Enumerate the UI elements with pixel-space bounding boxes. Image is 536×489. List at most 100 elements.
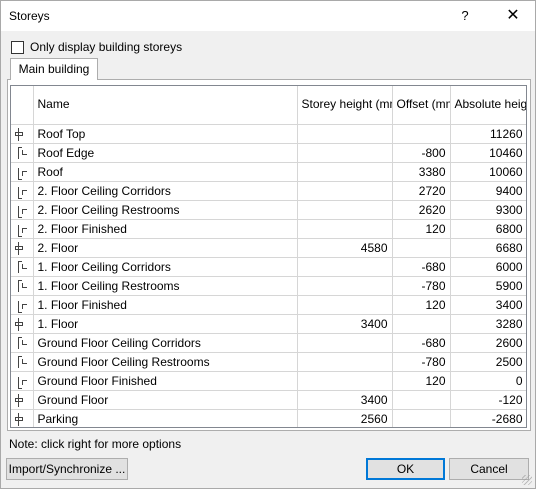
level-above-icon bbox=[15, 260, 29, 275]
ok-button[interactable]: OK bbox=[366, 458, 445, 480]
close-button[interactable]: ✕ bbox=[498, 5, 528, 27]
absolute-height-cell[interactable]: 6800 bbox=[450, 219, 526, 239]
table-row[interactable]: 2. Floor Ceiling Corridors 2720 9400 bbox=[11, 181, 526, 201]
storey-name-cell[interactable]: Ground Floor bbox=[33, 390, 298, 410]
table-row[interactable]: 2. Floor Finished 120 6800 bbox=[11, 219, 526, 239]
storey-name-cell[interactable]: Roof Edge bbox=[33, 143, 298, 163]
storey-name-cell[interactable]: Ground Floor Ceiling Restrooms bbox=[33, 352, 298, 372]
tab-main-building[interactable]: Main building bbox=[10, 58, 98, 80]
storey-height-cell[interactable]: 3400 bbox=[297, 390, 393, 410]
storey-height-cell[interactable] bbox=[297, 200, 393, 220]
import-synchronize-button[interactable]: Import/Synchronize ... bbox=[6, 458, 128, 480]
storey-height-cell[interactable]: 2560 bbox=[297, 409, 393, 427]
offset-cell[interactable]: 120 bbox=[392, 371, 451, 391]
table-row[interactable]: Ground Floor Ceiling Corridors -680 2600 bbox=[11, 333, 526, 353]
storey-height-cell[interactable] bbox=[297, 276, 393, 296]
storey-name-cell[interactable]: Roof Top bbox=[33, 124, 298, 144]
absolute-height-cell[interactable]: 9300 bbox=[450, 200, 526, 220]
storey-name-cell[interactable]: 1. Floor Finished bbox=[33, 295, 298, 315]
table-row[interactable]: Ground Floor Ceiling Restrooms -780 2500 bbox=[11, 352, 526, 372]
table-row[interactable]: 1. Floor Ceiling Corridors -680 6000 bbox=[11, 257, 526, 277]
absolute-height-cell[interactable]: 2500 bbox=[450, 352, 526, 372]
storey-name-cell[interactable]: Parking bbox=[33, 409, 298, 427]
storey-height-cell[interactable] bbox=[297, 333, 393, 353]
absolute-height-cell[interactable]: 5900 bbox=[450, 276, 526, 296]
storey-level-icon bbox=[15, 241, 29, 256]
absolute-height-cell[interactable]: 3280 bbox=[450, 314, 526, 334]
table-row[interactable]: Ground Floor 3400 -120 bbox=[11, 390, 526, 410]
storey-height-cell[interactable] bbox=[297, 371, 393, 391]
absolute-height-cell[interactable]: 10460 bbox=[450, 143, 526, 163]
absolute-height-cell[interactable]: 11260 bbox=[450, 124, 526, 144]
table-row[interactable]: Roof Top 11260 bbox=[11, 124, 526, 144]
storey-name-cell[interactable]: 1. Floor Ceiling Corridors bbox=[33, 257, 298, 277]
column-header-offset[interactable]: Offset (mm) bbox=[392, 86, 451, 125]
only-building-storeys-checkbox[interactable] bbox=[11, 40, 24, 54]
storey-height-cell[interactable] bbox=[297, 295, 393, 315]
storey-name-cell[interactable]: 2. Floor Ceiling Restrooms bbox=[33, 200, 298, 220]
storey-height-cell[interactable] bbox=[297, 143, 393, 163]
storey-name-cell[interactable]: Ground Floor Ceiling Corridors bbox=[33, 333, 298, 353]
absolute-height-cell[interactable]: 2600 bbox=[450, 333, 526, 353]
storeys-dialog: Storeys ? ✕ Only display building storey… bbox=[0, 0, 536, 489]
offset-cell[interactable]: 3380 bbox=[392, 162, 451, 182]
storey-type-cell bbox=[11, 162, 34, 182]
offset-cell[interactable] bbox=[392, 238, 451, 258]
table-row[interactable]: 1. Floor Ceiling Restrooms -780 5900 bbox=[11, 276, 526, 296]
level-above-icon bbox=[15, 279, 29, 294]
absolute-height-cell[interactable]: -120 bbox=[450, 390, 526, 410]
storey-height-cell[interactable] bbox=[297, 162, 393, 182]
help-button[interactable]: ? bbox=[453, 5, 477, 27]
offset-cell[interactable]: -680 bbox=[392, 333, 451, 353]
absolute-height-cell[interactable]: 3400 bbox=[450, 295, 526, 315]
storey-name-cell[interactable]: 2. Floor Finished bbox=[33, 219, 298, 239]
table-row[interactable]: 1. Floor 3400 3280 bbox=[11, 314, 526, 334]
table-row[interactable]: Roof Edge -800 10460 bbox=[11, 143, 526, 163]
storey-type-cell bbox=[11, 124, 34, 144]
offset-cell[interactable] bbox=[392, 314, 451, 334]
absolute-height-cell[interactable]: 0 bbox=[450, 371, 526, 391]
storey-name-cell[interactable]: 2. Floor Ceiling Corridors bbox=[33, 181, 298, 201]
offset-cell[interactable] bbox=[392, 390, 451, 410]
table-row[interactable]: Roof 3380 10060 bbox=[11, 162, 526, 182]
offset-cell[interactable]: -800 bbox=[392, 143, 451, 163]
absolute-height-cell[interactable]: 6680 bbox=[450, 238, 526, 258]
resize-grip[interactable] bbox=[522, 475, 532, 485]
column-header-name[interactable]: Name bbox=[33, 86, 298, 125]
offset-cell[interactable]: -780 bbox=[392, 352, 451, 372]
table-row[interactable]: 2. Floor Ceiling Restrooms 2620 9300 bbox=[11, 200, 526, 220]
offset-cell[interactable] bbox=[392, 409, 451, 427]
storey-name-cell[interactable]: 1. Floor Ceiling Restrooms bbox=[33, 276, 298, 296]
column-header-storey-height[interactable]: Storey height (mm) bbox=[297, 86, 393, 125]
cancel-button[interactable]: Cancel bbox=[449, 458, 529, 480]
offset-cell[interactable]: -680 bbox=[392, 257, 451, 277]
storey-height-cell[interactable]: 4580 bbox=[297, 238, 393, 258]
table-row[interactable]: Parking 2560 -2680 bbox=[11, 409, 526, 427]
offset-cell[interactable]: 2620 bbox=[392, 200, 451, 220]
storey-height-cell[interactable] bbox=[297, 181, 393, 201]
offset-cell[interactable]: 2720 bbox=[392, 181, 451, 201]
absolute-height-cell[interactable]: 9400 bbox=[450, 181, 526, 201]
storey-height-cell[interactable] bbox=[297, 219, 393, 239]
storey-name-cell[interactable]: Ground Floor Finished bbox=[33, 371, 298, 391]
storey-name-cell[interactable]: 2. Floor bbox=[33, 238, 298, 258]
only-building-storeys-option[interactable]: Only display building storeys bbox=[11, 39, 182, 55]
offset-cell[interactable] bbox=[392, 124, 451, 144]
storey-height-cell[interactable] bbox=[297, 352, 393, 372]
offset-cell[interactable]: 120 bbox=[392, 295, 451, 315]
column-header-absolute-height[interactable]: Absolute height (mm) bbox=[450, 86, 526, 125]
offset-cell[interactable]: -780 bbox=[392, 276, 451, 296]
table-row[interactable]: 2. Floor 4580 6680 bbox=[11, 238, 526, 258]
storey-height-cell[interactable] bbox=[297, 257, 393, 277]
absolute-height-cell[interactable]: 6000 bbox=[450, 257, 526, 277]
absolute-height-cell[interactable]: -2680 bbox=[450, 409, 526, 427]
storey-height-cell[interactable]: 3400 bbox=[297, 314, 393, 334]
storey-name-cell[interactable]: Roof bbox=[33, 162, 298, 182]
storey-name-cell[interactable]: 1. Floor bbox=[33, 314, 298, 334]
storey-height-cell[interactable] bbox=[297, 124, 393, 144]
table-row[interactable]: 1. Floor Finished 120 3400 bbox=[11, 295, 526, 315]
absolute-height-cell[interactable]: 10060 bbox=[450, 162, 526, 182]
storey-type-cell bbox=[11, 352, 34, 372]
table-row[interactable]: Ground Floor Finished 120 0 bbox=[11, 371, 526, 391]
offset-cell[interactable]: 120 bbox=[392, 219, 451, 239]
